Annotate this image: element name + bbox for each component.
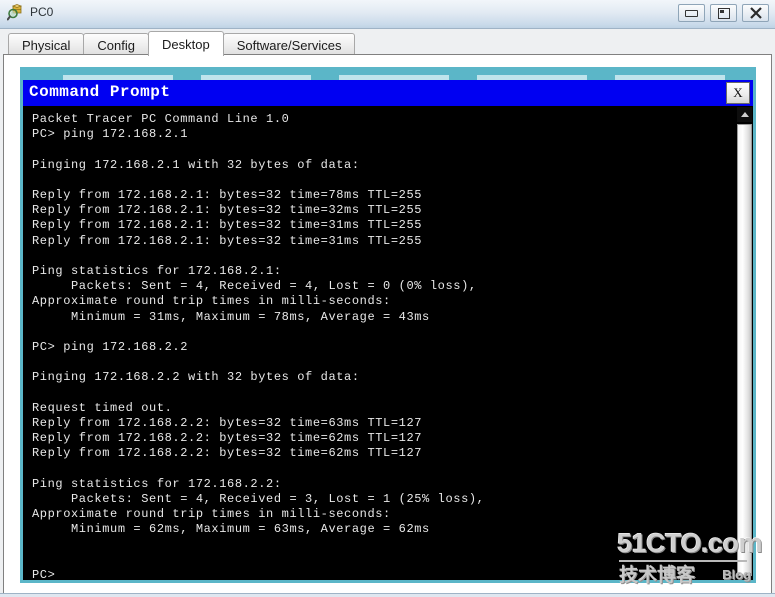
- terminal-line: Minimum = 31ms, Maximum = 78ms, Average …: [32, 309, 430, 324]
- window-bottom-strip: [0, 593, 775, 597]
- terminal-line: Reply from 172.168.2.1: bytes=32 time=32…: [32, 203, 423, 218]
- tab-desktop-label: Desktop: [162, 36, 210, 52]
- terminal-line: Approximate round trip times in milli-se…: [32, 294, 391, 309]
- minimize-button[interactable]: [678, 4, 705, 22]
- tab-software-services[interactable]: Software/Services: [222, 33, 356, 56]
- terminal-line: Reply from 172.168.2.1: bytes=32 time=31…: [32, 233, 423, 248]
- command-prompt-title: Command Prompt: [29, 83, 171, 101]
- terminal-line: Reply from 172.168.2.2: bytes=32 time=62…: [32, 446, 423, 461]
- tab-physical-label: Physical: [22, 37, 71, 53]
- tab-physical[interactable]: Physical: [8, 33, 85, 56]
- terminal-line: Packets: Sent = 4, Received = 4, Lost = …: [32, 279, 477, 294]
- terminal-line: Packets: Sent = 4, Received = 3, Lost = …: [32, 492, 485, 507]
- terminal-output-area[interactable]: Packet Tracer PC Command Line 1.0 PC> pin…: [23, 106, 753, 580]
- terminal-line: Reply from 172.168.2.2: bytes=32 time=62…: [32, 431, 423, 446]
- tab-config-label: Config: [97, 37, 135, 53]
- command-prompt-window: Command Prompt X Packet Tracer PC Comman…: [20, 67, 756, 583]
- window-title-group: PC0: [6, 4, 54, 21]
- terminal-text: Packet Tracer PC Command Line 1.0 PC> pin…: [32, 112, 732, 580]
- terminal-line: Approximate round trip times in milli-se…: [32, 507, 391, 522]
- tab-list: Physical Config Desktop Software/Service…: [8, 31, 356, 56]
- tab-desktop[interactable]: Desktop: [148, 31, 224, 56]
- window-title: PC0: [30, 5, 54, 19]
- terminal-line: Packet Tracer PC Command Line 1.0: [32, 112, 290, 126]
- scroll-up-arrow-icon: [740, 112, 749, 117]
- command-prompt-title-bar: Command Prompt X: [23, 80, 753, 106]
- tab-config[interactable]: Config: [83, 33, 149, 56]
- terminal-line: Ping statistics for 172.168.2.2:: [32, 476, 282, 491]
- scrollbar-thumb[interactable]: [737, 124, 752, 576]
- desktop-tab-panel: Command Prompt X Packet Tracer PC Comman…: [3, 54, 772, 594]
- scroll-up-button[interactable]: [737, 107, 752, 122]
- maximize-icon: [711, 5, 736, 21]
- command-prompt-close-button[interactable]: X: [726, 82, 750, 104]
- terminal-line: PC> ping 172.168.2.1: [32, 127, 189, 142]
- terminal-line: Reply from 172.168.2.1: bytes=32 time=31…: [32, 218, 423, 233]
- close-icon: [743, 5, 768, 21]
- terminal-scrollbar[interactable]: [736, 106, 753, 580]
- pc0-properties-window: PC0 Physical Config Desktop Software/Ser…: [0, 0, 775, 597]
- terminal-line: Minimum = 62ms, Maximum = 63ms, Average …: [32, 522, 430, 537]
- tab-strip: Physical Config Desktop Software/Service…: [0, 29, 775, 56]
- terminal-line: Reply from 172.168.2.1: bytes=32 time=78…: [32, 188, 423, 203]
- close-button[interactable]: [742, 4, 769, 22]
- maximize-button[interactable]: [710, 4, 737, 22]
- tab-software-services-label: Software/Services: [236, 37, 342, 53]
- minimize-icon: [679, 5, 704, 21]
- terminal-line: Pinging 172.168.2.2 with 32 bytes of dat…: [32, 370, 360, 385]
- terminal-line: Request timed out.: [32, 400, 173, 415]
- packet-tracer-icon: [6, 4, 24, 21]
- terminal-line: Reply from 172.168.2.2: bytes=32 time=63…: [32, 416, 423, 431]
- window-title-bar: PC0: [0, 0, 775, 29]
- terminal-line: PC>: [32, 568, 56, 580]
- terminal-line: Pinging 172.168.2.1 with 32 bytes of dat…: [32, 157, 360, 172]
- terminal-line: Ping statistics for 172.168.2.1:: [32, 264, 282, 279]
- window-controls: [678, 4, 769, 22]
- terminal-line: PC> ping 172.168.2.2: [32, 340, 189, 355]
